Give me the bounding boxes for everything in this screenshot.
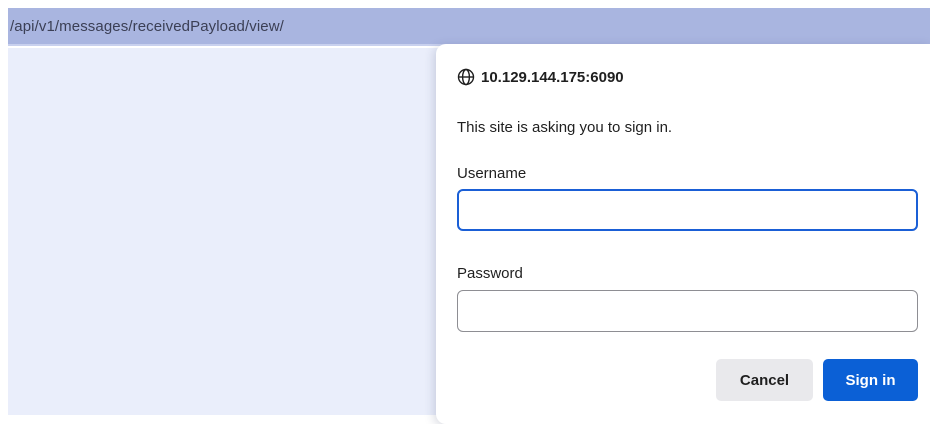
url-bar[interactable]: /api/v1/messages/receivedPayload/view/ <box>8 8 930 46</box>
globe-icon <box>457 68 475 86</box>
sign-in-button[interactable]: Sign in <box>823 359 918 401</box>
password-input[interactable] <box>457 290 918 332</box>
window-edge <box>0 0 8 424</box>
sign-in-message: This site is asking you to sign in. <box>457 119 673 136</box>
username-input[interactable] <box>457 189 918 231</box>
password-label: Password <box>457 265 523 282</box>
username-label: Username <box>457 165 527 182</box>
sign-in-dialog: 10.129.144.175:6090 This site is asking … <box>436 44 930 424</box>
site-info: 10.129.144.175:6090 <box>457 68 624 86</box>
url-text[interactable]: /api/v1/messages/receivedPayload/view/ <box>10 18 284 35</box>
cancel-button[interactable]: Cancel <box>716 359 813 401</box>
site-host: 10.129.144.175:6090 <box>481 68 624 86</box>
